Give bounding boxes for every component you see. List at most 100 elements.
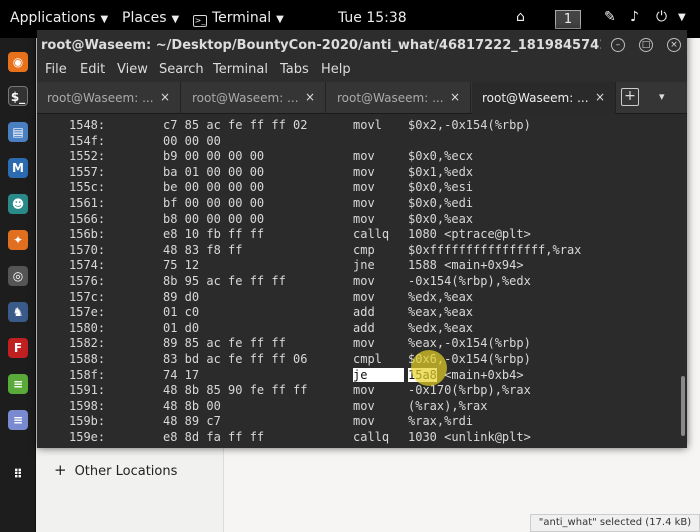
close-icon[interactable]: ×: [160, 90, 170, 104]
disasm-mnemonic: mov: [353, 196, 375, 210]
volume-icon[interactable]: ♪: [630, 9, 639, 25]
menu-tabs[interactable]: Tabs: [280, 62, 309, 77]
clock[interactable]: Tue 15:38: [338, 10, 407, 26]
system-icon: ⌂: [516, 9, 525, 25]
disasm-bytes: 48 83 f8 ff: [163, 242, 243, 257]
maximize-button[interactable]: □: [639, 38, 653, 52]
tab-2[interactable]: root@Waseem: ... ×: [182, 82, 326, 114]
terminal-app-label: Terminal: [212, 10, 272, 26]
disasm-bytes: be 00 00 00 00: [163, 180, 265, 195]
title-bar[interactable]: root@Waseem: ~/Desktop/BountyCon-2020/an…: [37, 30, 687, 60]
disasm-address: 1561:: [69, 196, 106, 210]
burpsuite-icon[interactable]: ✦: [8, 230, 28, 250]
pencil-icon: ✎: [604, 9, 616, 25]
menu-search[interactable]: Search: [159, 62, 204, 77]
disasm-operands: 1080 <ptrace@plt>: [408, 227, 531, 242]
leafpad-icon[interactable]: ≡: [8, 374, 28, 394]
chevron-down-icon[interactable]: ▼: [678, 12, 686, 23]
terminal-icon[interactable]: $_: [8, 86, 28, 106]
terminal-app-menu[interactable]: >_ Terminal ▼: [193, 10, 284, 27]
applications-menu[interactable]: Applications ▼: [10, 10, 108, 26]
disasm-line: 1576: 8b 95 ac fe ff ff mov -0x154(%rbp),%e…: [37, 274, 679, 290]
menu-help[interactable]: Help: [321, 62, 351, 77]
disasm-line: 1582: 89 85 ac fe ff ff mov %eax,-0x154(%rb…: [37, 336, 679, 352]
disasm-mnemonic: mov: [353, 211, 375, 226]
workspace-indicator[interactable]: 1: [555, 10, 581, 29]
close-button[interactable]: ×: [667, 38, 681, 52]
tab-3[interactable]: root@Waseem: ... ×: [327, 82, 471, 114]
disasm-mnemonic: callq: [353, 227, 390, 242]
disasm-bytes: 75 12: [163, 258, 200, 273]
tab-label: root@Waseem: ...: [192, 91, 299, 105]
notes-icon[interactable]: ≡: [8, 410, 28, 430]
chevron-down-icon: ▼: [276, 14, 284, 25]
menu-terminal[interactable]: Terminal: [213, 62, 268, 77]
disasm-address: 1580:: [69, 320, 106, 335]
tab-4[interactable]: root@Waseem: ... ×: [472, 82, 616, 114]
disasm-line: 159e: e8 8d fa ff ff callq 1030 <unlink@plt…: [37, 430, 679, 446]
disasm-mnemonic: mov: [353, 180, 375, 195]
disasm-address: 157c:: [69, 289, 106, 304]
disasm-address: 157e:: [69, 305, 106, 320]
disasm-bytes: 74 17: [163, 367, 200, 382]
scrollbar-thumb[interactable]: [681, 376, 685, 436]
disasm-mnemonic: mov: [353, 414, 375, 429]
sidebar-item-other-locations[interactable]: + Other Locations: [54, 461, 177, 479]
disasm-address: 156b:: [69, 227, 106, 242]
tab-bar: root@Waseem: ... × root@Waseem: ... × root…: [37, 82, 687, 114]
disasm-bytes: bf 00 00 00 00: [163, 196, 265, 210]
close-icon[interactable]: ×: [450, 90, 460, 104]
disasm-address: 154f:: [69, 133, 106, 148]
close-icon[interactable]: ×: [305, 90, 315, 104]
other-locations-label: Other Locations: [74, 464, 178, 479]
disasm-address: 159b:: [69, 414, 106, 429]
menu-view[interactable]: View: [117, 62, 148, 77]
beef-icon[interactable]: ♞: [8, 302, 28, 322]
plus-icon: +: [54, 461, 67, 479]
disasm-operands: -0x154(%rbp),%edx: [408, 274, 531, 288]
faraday-icon[interactable]: F: [8, 338, 28, 358]
menu-edit[interactable]: Edit: [80, 62, 105, 77]
disasm-line: 1588: 83 bd ac fe ff ff 06 cmpl $0x6,-0x154…: [37, 352, 679, 368]
tab-label: root@Waseem: ...: [47, 91, 154, 105]
disasm-bytes: 48 89 c7: [163, 414, 221, 429]
tab-1[interactable]: root@Waseem: ... ×: [37, 82, 181, 114]
disasm-address: 158f:: [69, 367, 106, 382]
applications-label: Applications: [10, 10, 96, 26]
mouse-cursor-highlight: [411, 350, 447, 386]
disasm-line: 157c: 89 d0 mov %edx,%eax: [37, 290, 679, 306]
tab-label: root@Waseem: ...: [482, 91, 589, 105]
disasm-line: 1598: 48 8b 00 mov (%rax),%rax: [37, 399, 679, 415]
new-tab-button[interactable]: +: [621, 88, 639, 106]
tab-list-button[interactable]: ▾: [659, 90, 665, 103]
disasm-bytes: 01 d0: [163, 320, 200, 335]
disasm-bytes: 00 00 00: [163, 133, 221, 148]
disasm-line: 159b: 48 89 c7 mov %rax,%rdi: [37, 414, 679, 430]
power-icon[interactable]: ⏻: [656, 9, 667, 25]
disasm-line: 1566: b8 00 00 00 00 mov $0x0,%eax: [37, 212, 679, 228]
places-menu[interactable]: Places ▼: [122, 10, 179, 26]
disasm-line: 156b: e8 10 fb ff ff callq 1080 <ptrace@plt…: [37, 227, 679, 243]
disasm-bytes: ba 01 00 00 00: [163, 164, 265, 179]
metasploit-icon[interactable]: M: [8, 158, 28, 178]
disasm-mnemonic: mov: [353, 398, 375, 413]
disasm-bytes: e8 8d fa ff ff: [163, 430, 265, 444]
armitage-icon[interactable]: ☻: [8, 194, 28, 214]
terminal-scrollbar[interactable]: [679, 114, 687, 448]
disasm-bytes: 48 8b 85 90 fe ff ff: [163, 383, 308, 398]
disasm-mnemonic: cmp: [353, 242, 375, 257]
terminal-output[interactable]: 1548: c7 85 ac fe ff ff 02 movl $0x2,-0x154…: [37, 114, 679, 448]
minimize-button[interactable]: –: [611, 38, 625, 52]
disasm-bytes: 01 c0: [163, 305, 200, 320]
disasm-mnemonic: mov: [353, 383, 375, 398]
menu-file[interactable]: File: [45, 62, 67, 77]
show-apps-icon[interactable]: ⠿: [8, 464, 28, 484]
disasm-mnemonic: jne: [353, 258, 375, 273]
maltego-icon[interactable]: ◎: [8, 266, 28, 286]
disasm-bytes: b8 00 00 00 00: [163, 211, 265, 226]
close-icon[interactable]: ×: [595, 90, 605, 104]
files-icon[interactable]: ▤: [8, 122, 28, 142]
firefox-icon[interactable]: ◉: [8, 52, 28, 72]
disasm-operands: %edx,%eax: [408, 320, 474, 335]
disasm-line: 154f: 00 00 00: [37, 134, 679, 150]
